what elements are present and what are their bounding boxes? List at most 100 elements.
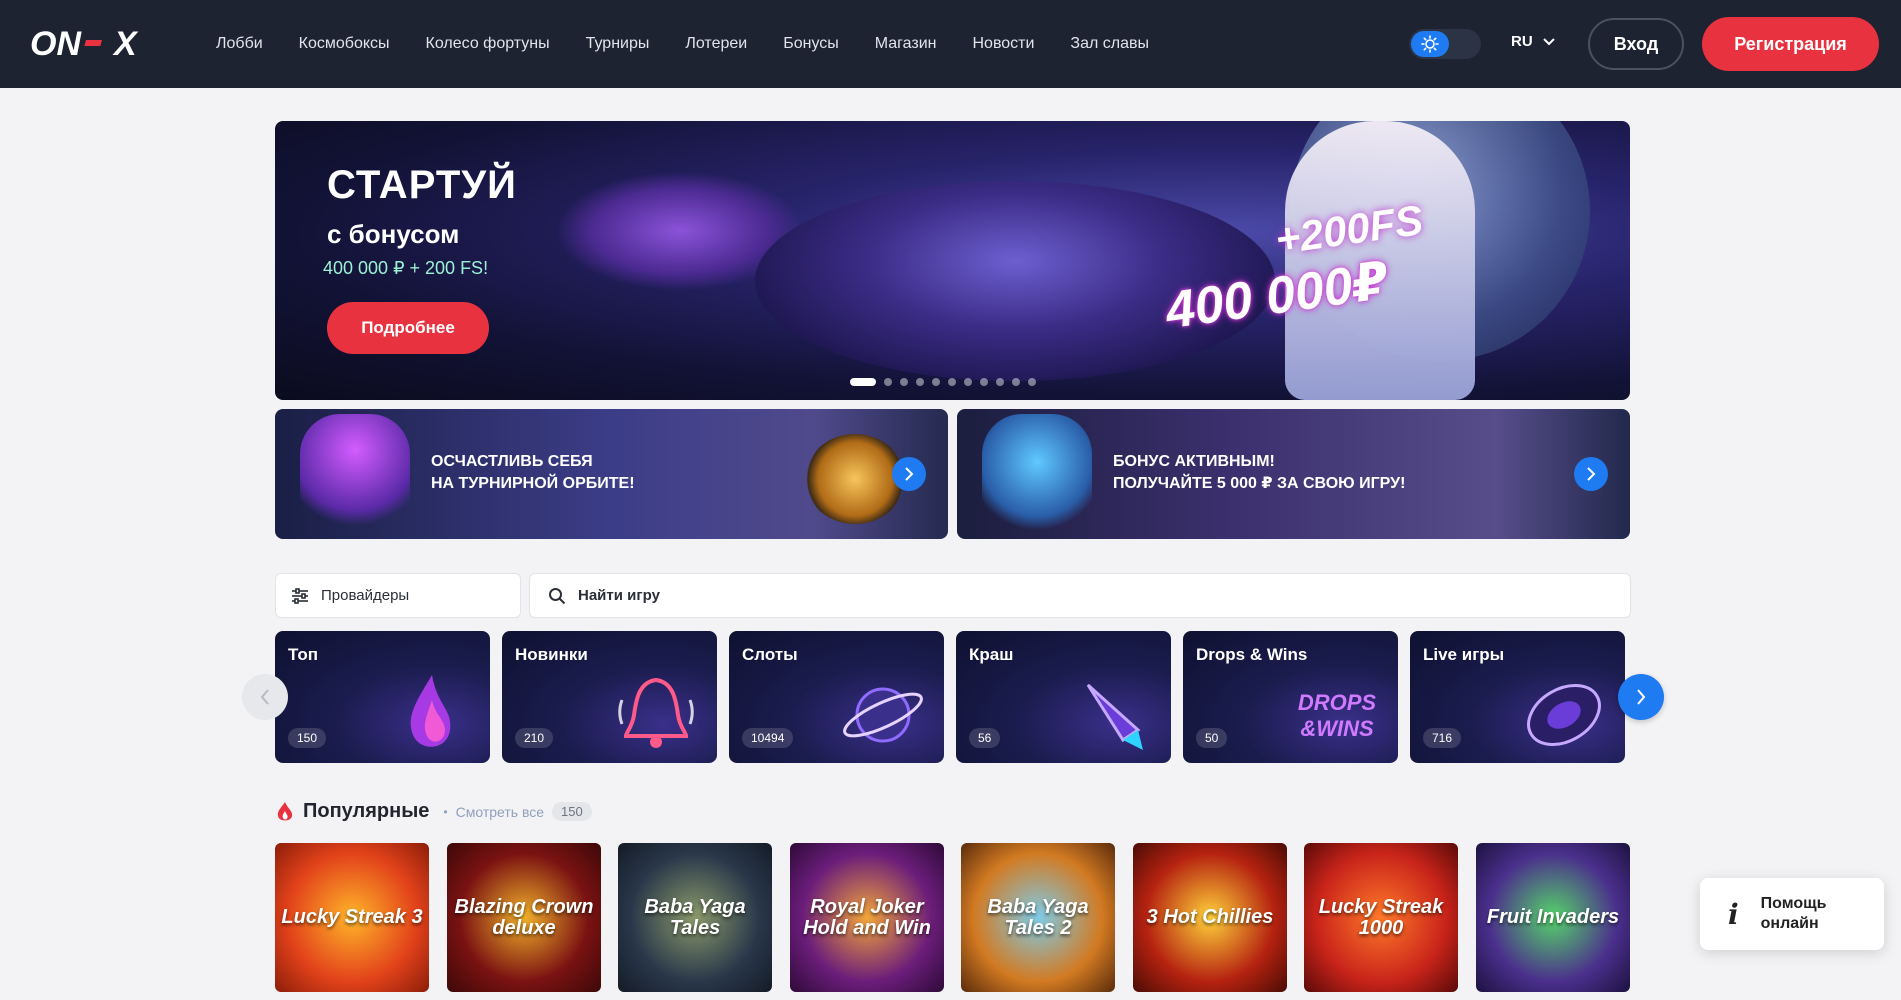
sun-icon: [1411, 31, 1449, 57]
game-search: [529, 573, 1631, 618]
categories-prev-button[interactable]: [242, 674, 288, 720]
game-tile[interactable]: Lucky Streak 3: [275, 843, 429, 992]
category-count: 716: [1423, 728, 1462, 748]
providers-filter[interactable]: Провайдеры: [275, 573, 521, 618]
help-line-1: Помощь: [1760, 895, 1827, 912]
register-button[interactable]: Регистрация: [1702, 17, 1879, 71]
slider-dot[interactable]: [1012, 378, 1020, 386]
login-button[interactable]: Вход: [1588, 18, 1684, 70]
category-crash[interactable]: Краш 56: [956, 631, 1171, 763]
popular-count: 150: [552, 802, 592, 821]
coin-art: [805, 434, 905, 524]
game-tile[interactable]: Baba Yaga Tales: [618, 843, 772, 992]
promo-line-2: Получайте 5 000 ₽ за свою игру!: [1113, 475, 1406, 492]
slider-dot[interactable]: [964, 378, 972, 386]
hero-more-button[interactable]: Подробнее: [327, 302, 489, 354]
category-slots[interactable]: Слоты 10494: [729, 631, 944, 763]
drops-wins-icon: DROPS&WINS: [1298, 690, 1377, 741]
category-name: Live игры: [1423, 645, 1505, 664]
providers-label: Провайдеры: [321, 587, 410, 604]
nav-tournaments[interactable]: Турниры: [568, 35, 668, 53]
language-select[interactable]: RU: [1511, 33, 1555, 50]
nav-lobby[interactable]: Лобби: [198, 35, 281, 53]
help-text: Помощь онлайн: [1761, 894, 1827, 934]
game-title: Fruit Invaders: [1486, 906, 1620, 928]
category-name: Краш: [969, 645, 1014, 664]
category-top[interactable]: Топ 150: [275, 631, 490, 763]
slider-dot[interactable]: [900, 378, 908, 386]
nav-fortune-wheel[interactable]: Колесо фортуны: [408, 35, 568, 53]
slider-dot[interactable]: [996, 378, 1004, 386]
popular-header: Популярные • Смотреть все 150: [275, 800, 592, 823]
category-name: Новинки: [515, 645, 588, 664]
chevron-left-icon: [260, 689, 269, 705]
svg-text:&WINS: &WINS: [1300, 716, 1374, 741]
promo-active-player-card[interactable]: Бонус активным! Получайте 5 000 ₽ за сво…: [957, 409, 1630, 539]
promo-line-1: Бонус активным!: [1113, 453, 1275, 470]
slider-dot[interactable]: [916, 378, 924, 386]
language-value: RU: [1511, 33, 1533, 50]
slider-dot[interactable]: [1028, 378, 1036, 386]
search-input[interactable]: [578, 587, 1478, 604]
on-x-logo[interactable]: ON X: [30, 25, 168, 61]
slider-dot[interactable]: [948, 378, 956, 386]
game-tile[interactable]: Fruit Invaders: [1476, 843, 1630, 992]
nav-lotteries[interactable]: Лотереи: [667, 35, 765, 53]
promo-art: [300, 414, 410, 534]
hero-amount: 400 000 ₽ + 200 FS!: [323, 258, 489, 278]
slider-dots: [850, 378, 1036, 386]
hero-title: СТАРТУЙ: [327, 163, 517, 207]
svg-text:ON: ON: [30, 25, 82, 61]
game-title: Lucky Streak 3: [281, 906, 423, 928]
category-name: Слоты: [742, 645, 798, 664]
slider-dot[interactable]: [884, 378, 892, 386]
planet-icon: [843, 687, 923, 743]
game-title: Baba Yaga Tales: [644, 895, 746, 939]
category-count: 10494: [742, 728, 794, 748]
search-icon: [549, 587, 566, 604]
svg-text:X: X: [112, 25, 139, 61]
category-new[interactable]: Новинки 210: [502, 631, 717, 763]
chevron-right-icon[interactable]: [1574, 457, 1608, 491]
nav-news[interactable]: Новости: [954, 35, 1052, 53]
rocket-icon: [1086, 683, 1143, 750]
main-nav: Лобби Космобоксы Колесо фортуны Турниры …: [198, 0, 1167, 88]
game-title: 3 Hot Chillies: [1146, 906, 1274, 928]
help-line-2: онлайн: [1760, 915, 1819, 932]
game-tile[interactable]: Blazing Crown deluxe: [447, 843, 601, 992]
promo-line-2: на турнирной орбите!: [431, 475, 635, 492]
promo-text: Осчастливь себя на турнирной орбите!: [431, 451, 635, 495]
category-drops-wins[interactable]: Drops & Wins 50 DROPS &WINS: [1183, 631, 1398, 763]
nav-hall-of-fame[interactable]: Зал славы: [1052, 35, 1167, 53]
promo-tournament-card[interactable]: Осчастливь себя на турнирной орбите!: [275, 409, 948, 539]
promo-art: [982, 414, 1092, 534]
hero-banner[interactable]: +200FS 400 000₽ СТАРТУЙ с бонусом 400 00…: [275, 121, 1630, 400]
game-title: Blazing Crown deluxe: [454, 895, 594, 939]
category-live[interactable]: Live игры 716: [1410, 631, 1625, 763]
game-tile[interactable]: 3 Hot Chillies: [1133, 843, 1287, 992]
category-count: 50: [1196, 728, 1228, 748]
category-count: 210: [515, 728, 554, 748]
game-tile[interactable]: Royal Joker Hold and Win: [790, 843, 944, 992]
slider-dot[interactable]: [932, 378, 940, 386]
slider-dot[interactable]: [980, 378, 988, 386]
theme-toggle[interactable]: [1409, 29, 1481, 59]
chevron-right-icon: [1637, 689, 1646, 705]
online-help-widget[interactable]: i Помощь онлайн: [1700, 878, 1884, 950]
flame-icon: [277, 801, 293, 820]
category-count: 56: [969, 728, 1001, 748]
nav-cosmoboxes[interactable]: Космобоксы: [281, 35, 408, 53]
promo-line-1: Осчастливь себя: [431, 453, 593, 470]
categories-next-button[interactable]: [1618, 674, 1664, 720]
slider-dot[interactable]: [850, 378, 876, 386]
popular-title: Популярные: [303, 800, 430, 822]
nav-shop[interactable]: Магазин: [857, 35, 955, 53]
view-all-link[interactable]: Смотреть все: [456, 804, 544, 820]
game-tile[interactable]: Baba Yaga Tales 2: [961, 843, 1115, 992]
game-tile[interactable]: Lucky Streak 1000: [1304, 843, 1458, 992]
chevron-right-icon[interactable]: [892, 457, 926, 491]
nav-bonuses[interactable]: Бонусы: [765, 35, 857, 53]
game-title: Baba Yaga Tales 2: [987, 895, 1089, 939]
game-title: Lucky Streak 1000: [1318, 895, 1444, 939]
hero-subtitle: с бонусом: [327, 219, 460, 249]
